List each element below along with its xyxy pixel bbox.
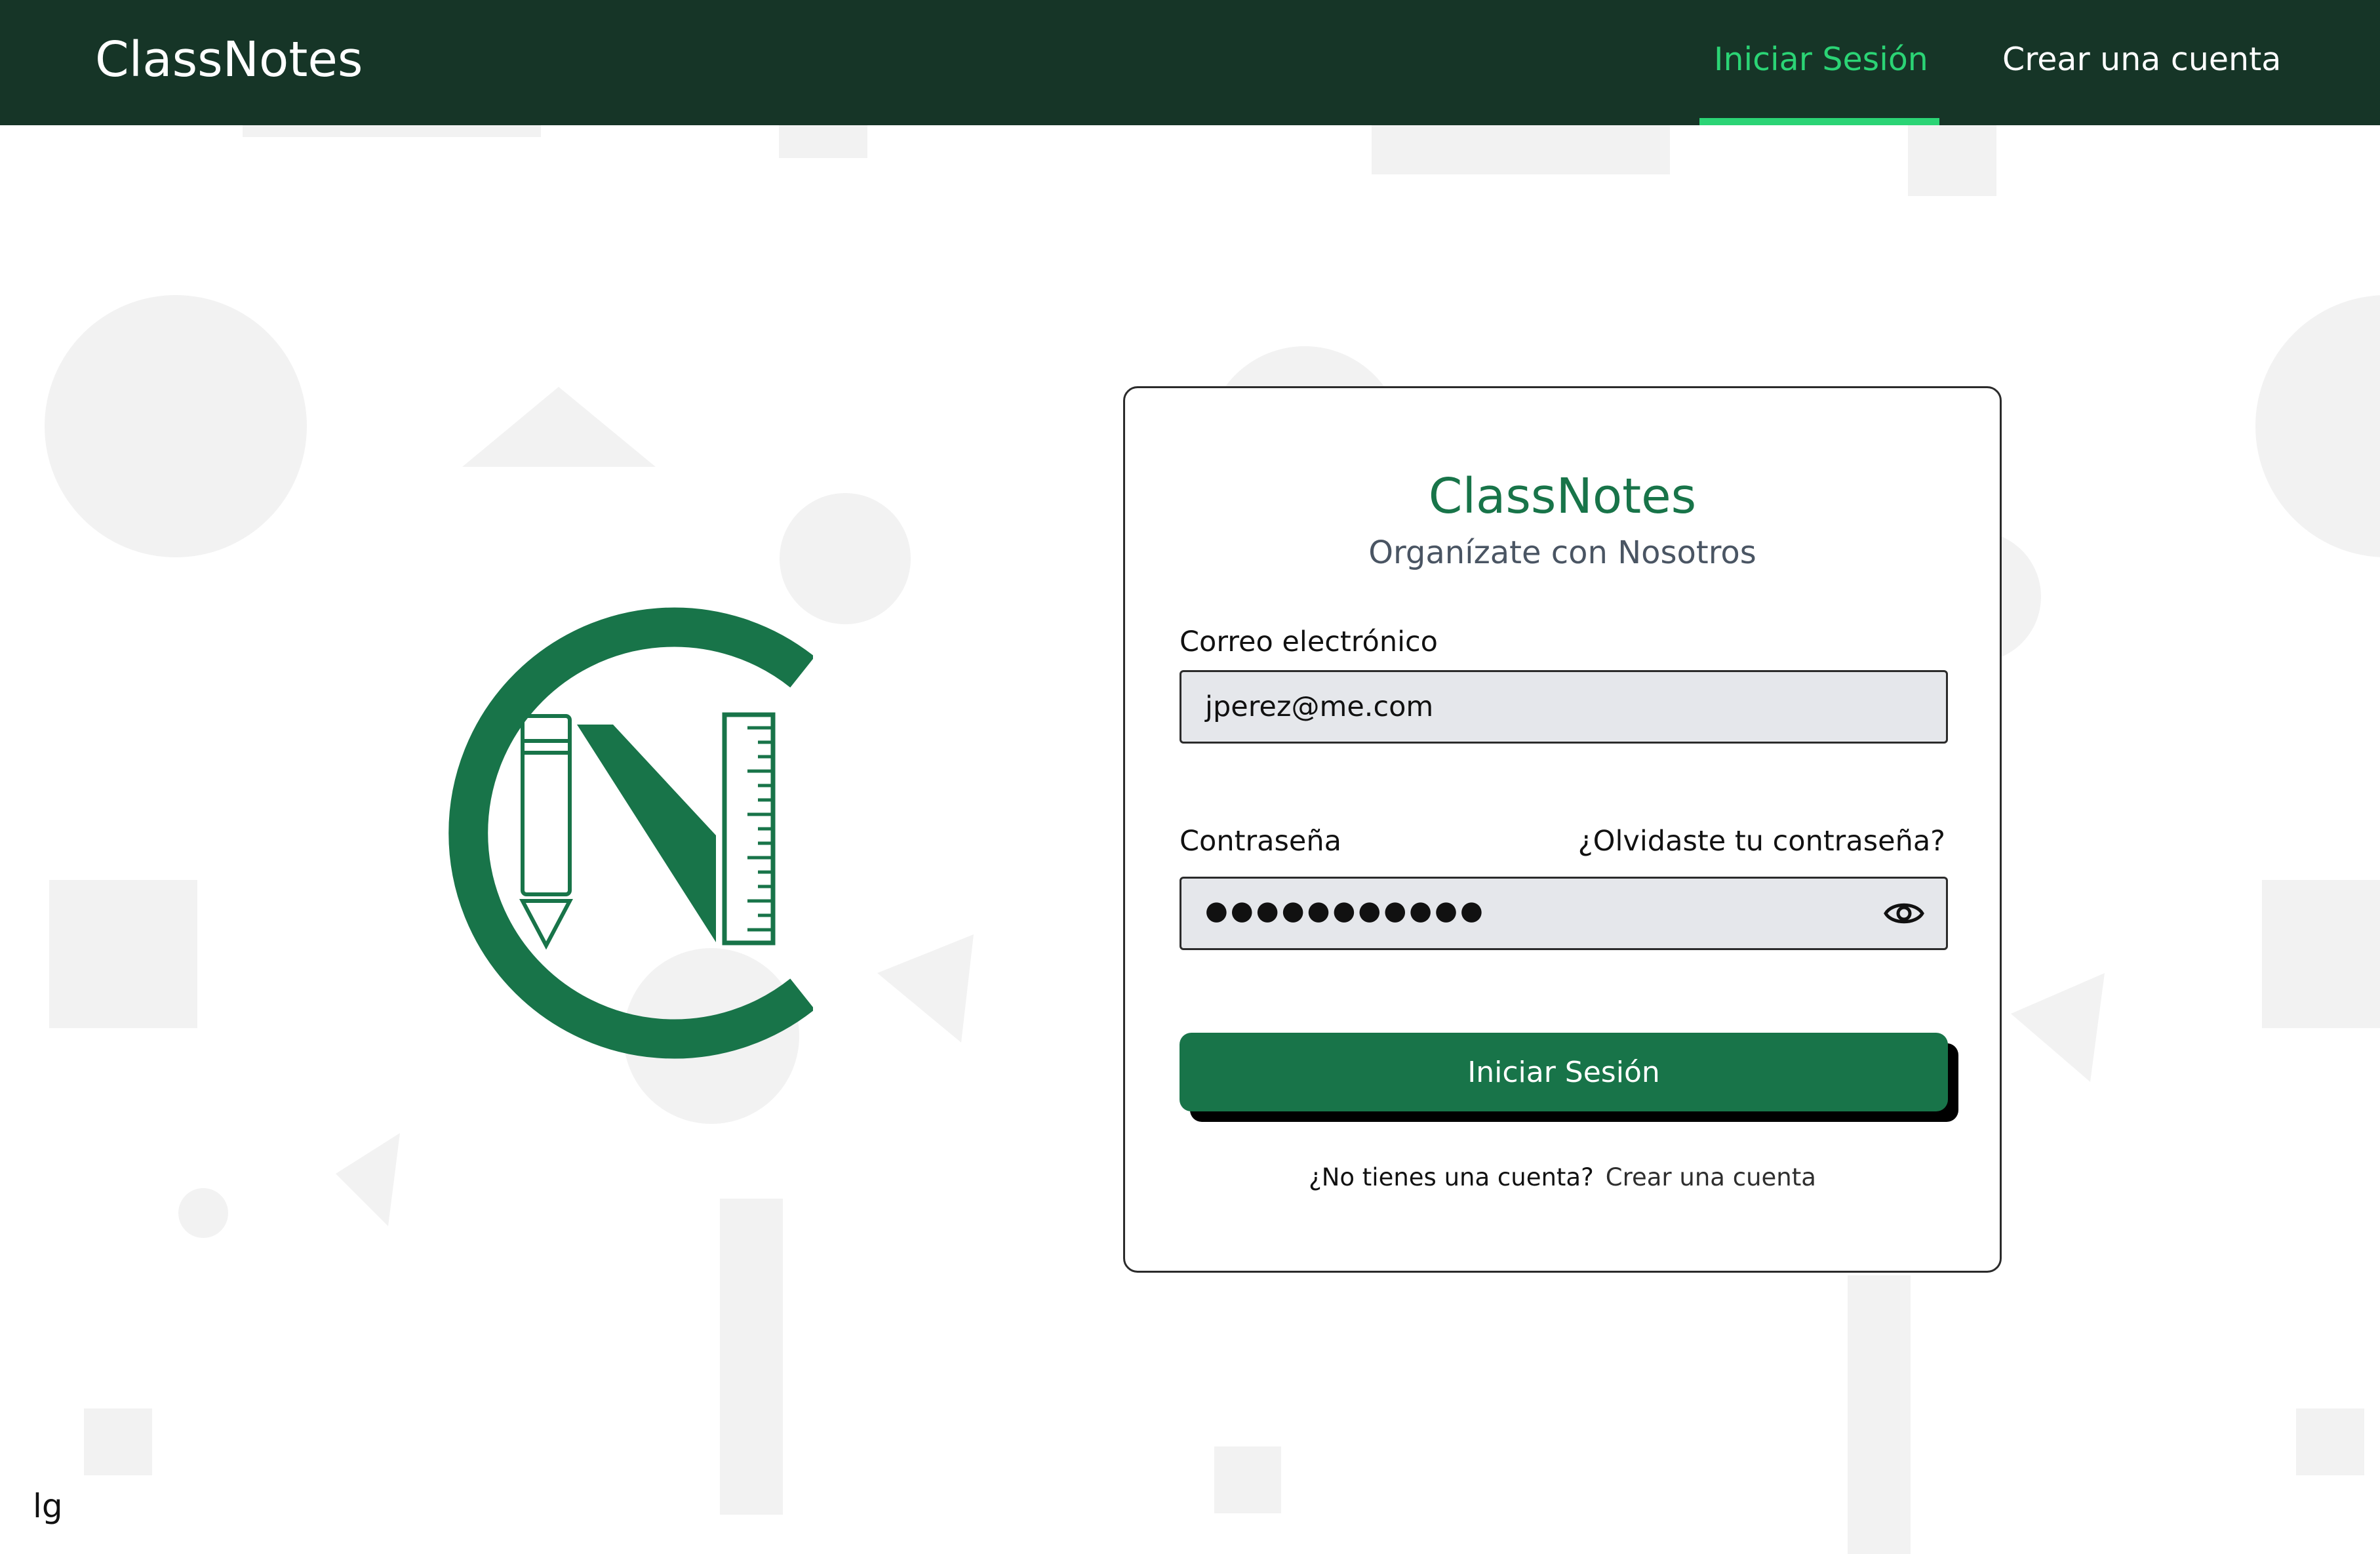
forgot-password-link[interactable]: ¿Olvidaste tu contraseña?	[1578, 825, 1945, 858]
breakpoint-badge: lg	[33, 1487, 63, 1525]
top-navbar: ClassNotes Iniciar Sesión Crear una cuen…	[0, 0, 2380, 125]
card-title: ClassNotes	[1428, 468, 1697, 525]
email-label: Correo electrónico	[1180, 626, 1438, 658]
password-label: Contraseña	[1180, 825, 1341, 858]
eye-icon[interactable]	[1883, 898, 1925, 928]
email-field[interactable]: jperez@me.com	[1180, 670, 1948, 744]
password-value: ●●●●●●●●●●●	[1205, 896, 1486, 926]
signup-prompt: ¿No tienes una cuenta? Crear una cuenta	[1125, 1163, 2000, 1191]
login-submit-button[interactable]: Iniciar Sesión	[1180, 1033, 1948, 1111]
nav-signup-link[interactable]: Crear una cuenta	[2002, 41, 2281, 78]
classnotes-logo	[448, 607, 813, 1059]
nav-brand[interactable]: ClassNotes	[95, 31, 363, 88]
no-account-text: ¿No tienes una cuenta?	[1309, 1163, 1594, 1191]
create-account-link[interactable]: Crear una cuenta	[1606, 1163, 1816, 1191]
password-field[interactable]: ●●●●●●●●●●●	[1180, 877, 1948, 950]
active-nav-indicator	[1699, 118, 1939, 125]
nav-login-link[interactable]: Iniciar Sesión	[1714, 41, 1928, 78]
card-subtitle: Organízate con Nosotros	[1368, 534, 1756, 571]
email-value: jperez@me.com	[1205, 690, 1434, 723]
login-card: ClassNotes Organízate con Nosotros Corre…	[1123, 386, 2002, 1273]
